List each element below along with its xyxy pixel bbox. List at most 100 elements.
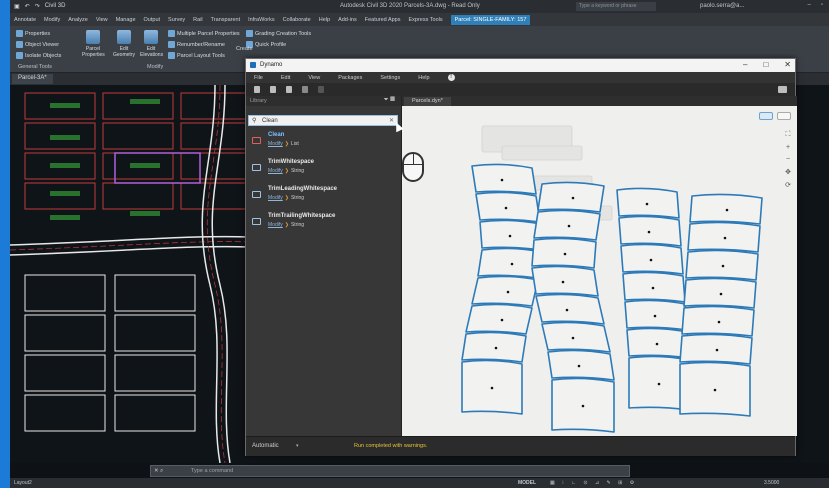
menu-edit[interactable]: Edit — [281, 75, 290, 81]
export-image-icon[interactable] — [778, 86, 787, 93]
isolate-objects-button[interactable]: Isolate Objects — [16, 52, 61, 59]
tab-parcel-contextual[interactable]: Parcel: SINGLE-FAMILY: 157 — [450, 14, 531, 25]
result-type: String — [290, 168, 304, 174]
parcel-centroid — [500, 318, 504, 322]
save-file-icon[interactable] — [286, 86, 292, 93]
run-mode-dropdown[interactable]: Automatic — [252, 443, 279, 449]
parcel-layout-tools-button[interactable]: Parcel Layout Tools — [168, 52, 225, 59]
menu-help[interactable]: Help — [418, 75, 429, 81]
redo-icon[interactable]: ↷ — [35, 3, 40, 10]
result-category[interactable]: Modify — [268, 195, 283, 201]
tab-manage[interactable]: Manage — [116, 17, 136, 23]
pan-icon[interactable]: ✥ — [785, 168, 791, 176]
chevron-down-icon[interactable]: ▾ — [296, 443, 299, 449]
redo-icon[interactable] — [318, 86, 324, 93]
tab-featured-apps[interactable]: Featured Apps — [365, 17, 401, 23]
new-file-icon[interactable] — [254, 86, 260, 93]
annotation-scale[interactable]: 3.5000 — [764, 480, 779, 486]
background-preview-toggle[interactable] — [777, 112, 791, 120]
renumber-rename-button[interactable]: Renumber/Rename — [168, 41, 225, 48]
command-line[interactable]: ✕ ⌕ Type a command — [150, 465, 630, 477]
tab-express-tools[interactable]: Express Tools — [409, 17, 443, 23]
library-search-field[interactable]: ⚲ Clean ✕ — [248, 115, 398, 126]
graph-workspace[interactable]: ⛶ + − ✥ ⟳ — [402, 106, 797, 436]
orbit-icon[interactable]: ⟳ — [785, 181, 791, 189]
search-result-item[interactable]: TrimWhitespace Modify ❯ String — [246, 157, 402, 183]
result-path: Modify ❯ String — [268, 195, 304, 201]
open-file-icon[interactable] — [270, 86, 276, 93]
layout-tab[interactable]: Layout2 — [14, 480, 32, 486]
graph-view-toggle[interactable] — [759, 112, 773, 120]
model-space-toggle[interactable]: MODEL — [518, 480, 536, 486]
lot-outline — [24, 274, 106, 312]
user-account[interactable]: paolo.serra@a... — [700, 3, 744, 9]
app-logo-icon[interactable]: ▣ — [14, 3, 20, 10]
string-node-icon — [252, 218, 261, 225]
parcel-centroid — [721, 264, 725, 268]
tab-modify[interactable]: Modify — [44, 17, 60, 23]
minimize-icon[interactable]: – — [808, 2, 811, 8]
tab-transparent[interactable]: Transparent — [211, 17, 240, 23]
renumber-rename-label: Renumber/Rename — [177, 41, 225, 48]
result-type: String — [290, 195, 304, 201]
menu-settings[interactable]: Settings — [380, 75, 400, 81]
tab-help[interactable]: Help — [319, 17, 330, 23]
tab-output[interactable]: Output — [144, 17, 161, 23]
workspace-dropdown[interactable]: Civil 3D — [45, 3, 66, 10]
restore-icon[interactable]: ▫ — [821, 2, 823, 8]
zoom-in-icon[interactable]: + — [786, 144, 790, 151]
menu-packages[interactable]: Packages — [338, 75, 362, 81]
zoom-extents-icon[interactable]: ⛶ — [786, 131, 791, 139]
parcel-centroid — [717, 320, 721, 324]
parcel-centroid — [581, 404, 585, 408]
create-label[interactable]: Create — [236, 46, 253, 52]
help-search-input[interactable]: Type a keyword or phrase — [576, 2, 656, 11]
search-result-item[interactable]: TrimLeadingWhitespace Modify ❯ String — [246, 184, 402, 210]
search-result-item[interactable]: TrimTrailingWhitespace Modify ❯ String — [246, 211, 402, 237]
command-close-icon[interactable]: ✕ ⌕ — [154, 468, 163, 475]
search-input[interactable]: Clean — [262, 118, 278, 124]
info-icon[interactable]: ! — [447, 74, 455, 81]
general-tools-group[interactable]: General Tools — [18, 64, 52, 70]
tab-add-ins[interactable]: Add-ins — [338, 17, 357, 23]
result-path: Modify ❯ String — [268, 168, 304, 174]
edit-elevations-button[interactable]: Edit Elevations — [140, 30, 163, 58]
search-result-item[interactable]: Clean Modify ❯ List — [246, 130, 402, 156]
tab-rail[interactable]: Rail — [193, 17, 202, 23]
parcel-centroid — [506, 290, 510, 294]
undo-icon[interactable]: ↶ — [25, 3, 30, 10]
maximize-icon[interactable]: □ — [763, 60, 768, 69]
parcel-properties-button[interactable]: Parcel Properties — [82, 30, 105, 58]
tab-annotate[interactable]: Annotate — [14, 17, 36, 23]
graph-tab[interactable]: Parcels.dyn* — [404, 97, 451, 106]
parcel-outline — [102, 92, 174, 120]
tab-infraworks[interactable]: InfraWorks — [248, 17, 275, 23]
command-input[interactable]: Type a command — [191, 468, 233, 474]
tab-collaborate[interactable]: Collaborate — [283, 17, 311, 23]
result-category[interactable]: Modify — [268, 141, 283, 147]
properties-button[interactable]: Properties — [16, 30, 50, 37]
close-icon[interactable]: ✕ — [784, 60, 791, 69]
multiple-parcel-properties-button[interactable]: Multiple Parcel Properties — [168, 30, 240, 37]
edit-geometry-button[interactable]: Edit Geometry — [113, 30, 135, 58]
result-category[interactable]: Modify — [268, 168, 283, 174]
navigation-controls: ⛶ + − ✥ ⟳ — [783, 131, 793, 189]
grading-creation-tools-button[interactable]: Grading Creation Tools — [246, 30, 311, 37]
object-viewer-button[interactable]: Object Viewer — [16, 41, 59, 48]
status-tools-icon[interactable]: ▦ ⁝ ∟ ⊙ ⊿ ✎ ⊞ ⚙ — [550, 480, 637, 486]
zoom-out-icon[interactable]: − — [786, 156, 790, 163]
undo-icon[interactable] — [302, 86, 308, 93]
document-tab[interactable]: Parcel-3A* — [12, 74, 53, 84]
quick-access-toolbar: ▣ ↶ ↷ Civil 3D — [14, 3, 65, 10]
minimize-icon[interactable]: – — [743, 60, 747, 69]
parcel-shape — [465, 303, 533, 335]
modify-group[interactable]: Modify — [147, 64, 163, 70]
tab-view[interactable]: View — [96, 17, 108, 23]
menu-file[interactable]: File — [254, 75, 263, 81]
menu-view[interactable]: View — [308, 75, 320, 81]
tab-analyze[interactable]: Analyze — [68, 17, 88, 23]
result-category[interactable]: Modify — [268, 222, 283, 228]
tab-survey[interactable]: Survey — [168, 17, 185, 23]
library-filter-icon[interactable]: ⏷ ▦ — [384, 97, 395, 104]
parcel-properties-icon — [86, 30, 100, 44]
